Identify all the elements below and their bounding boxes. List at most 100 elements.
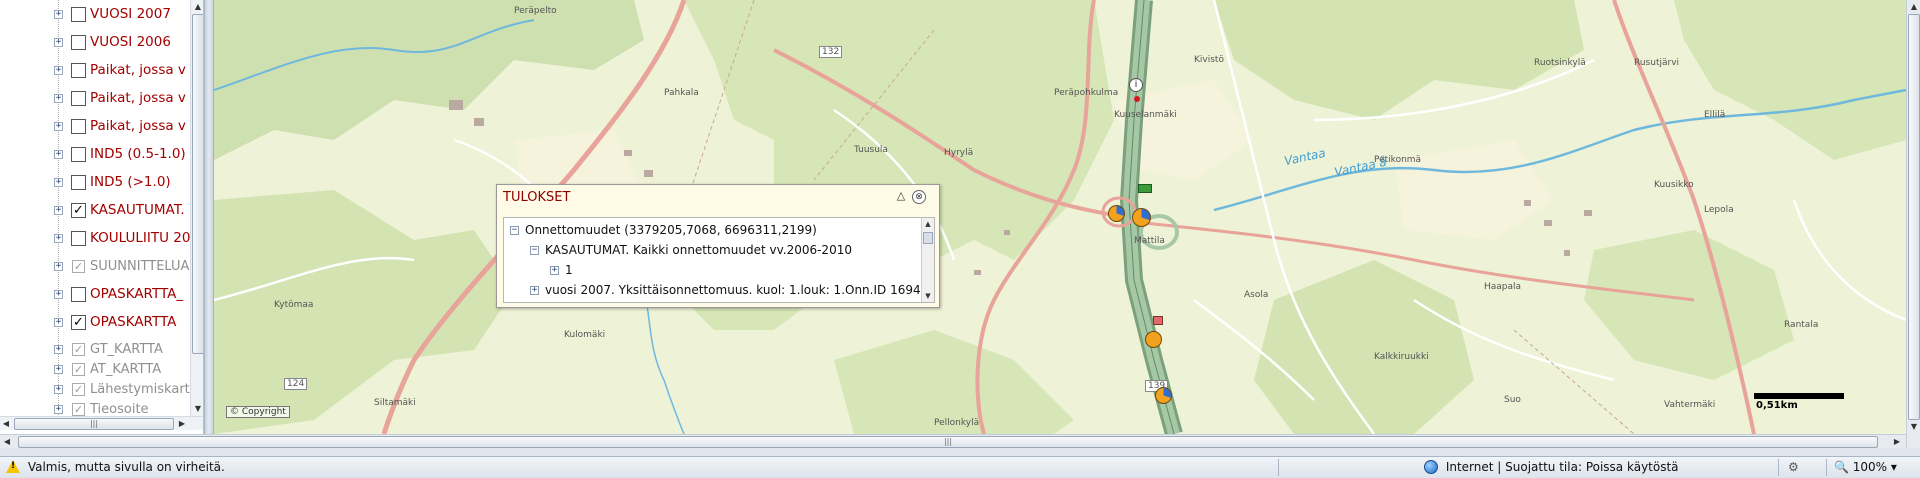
scrollbar-thumb[interactable] xyxy=(192,14,203,354)
layer-row[interactable]: + Paikat, jossa v xyxy=(0,115,190,137)
layer-row[interactable]: + ✓ SUUNNITTELUA xyxy=(0,255,190,277)
expand-icon[interactable]: + xyxy=(54,384,63,394)
layer-checkbox[interactable] xyxy=(71,90,86,106)
layer-checkbox[interactable] xyxy=(71,174,86,190)
expand-icon[interactable]: + xyxy=(54,404,63,414)
expand-icon[interactable]: + xyxy=(54,121,63,131)
info-icon[interactable]: i xyxy=(1129,78,1143,92)
scroll-up-arrow-icon[interactable]: ▲ xyxy=(922,218,934,230)
layer-label[interactable]: GT_KARTTA xyxy=(90,342,163,357)
scroll-down-arrow-icon[interactable]: ▼ xyxy=(192,402,203,415)
map-pin-icon[interactable] xyxy=(1134,96,1140,102)
collapse-expander-icon[interactable]: − xyxy=(510,225,519,235)
scroll-left-arrow-icon[interactable]: ◀ xyxy=(0,417,12,431)
layer-label[interactable]: KOULULIITU 20 xyxy=(90,230,190,246)
expand-icon[interactable]: + xyxy=(54,93,63,103)
expand-icon[interactable]: + xyxy=(54,37,63,47)
layer-label[interactable]: Lähestymiskart xyxy=(90,382,190,397)
layer-label[interactable]: OPASKARTTA_ xyxy=(90,286,183,302)
scroll-right-arrow-icon[interactable]: ▶ xyxy=(176,417,188,431)
expand-expander-icon[interactable]: + xyxy=(550,265,559,275)
layer-row[interactable]: + Paikat, jossa v xyxy=(0,87,190,109)
accident-cluster-marker[interactable] xyxy=(1155,387,1172,404)
expand-icon[interactable]: + xyxy=(54,9,63,19)
map-view[interactable]: Peräpelto Pahkala Peräpohkulma Tuusula Hyryl… xyxy=(214,0,1906,434)
zoom-dropdown-icon[interactable]: ▾ xyxy=(1891,460,1897,474)
scroll-down-arrow-icon[interactable]: ▼ xyxy=(1907,420,1920,434)
result-row[interactable]: + 1 xyxy=(550,261,573,279)
layer-label[interactable]: SUUNNITTELUA xyxy=(90,259,189,274)
sidebar-vertical-scrollbar[interactable]: ▲ ▼ xyxy=(190,0,203,416)
map-vertical-scrollbar[interactable]: ▲ ▼ xyxy=(1906,0,1920,448)
copyright-notice[interactable]: © Copyright xyxy=(226,406,290,418)
layer-checkbox[interactable] xyxy=(71,230,86,246)
expand-icon[interactable]: + xyxy=(54,205,63,215)
map-horizontal-scrollbar[interactable]: ◀ ||| ▶ xyxy=(0,434,1906,448)
results-scrollbar[interactable]: ▲ ▼ xyxy=(921,218,934,302)
accident-marker[interactable] xyxy=(1145,331,1162,348)
result-row-text[interactable]: KASAUTUMAT. Kaikki onnettomuudet vv.2006… xyxy=(545,243,852,257)
layer-row[interactable]: + ✓ KASAUTUMAT. xyxy=(0,199,190,221)
expand-expander-icon[interactable]: + xyxy=(530,285,539,295)
scrollbar-thumb[interactable] xyxy=(923,232,933,244)
scrollbar-thumb[interactable] xyxy=(1908,14,1920,420)
scrollbar-thumb[interactable]: ||| xyxy=(18,436,1878,448)
layer-row[interactable]: + Paikat, jossa v xyxy=(0,59,190,81)
panel-splitter[interactable] xyxy=(204,0,214,434)
layer-row[interactable]: + KOULULIITU 20 xyxy=(0,227,190,249)
layer-checkbox[interactable] xyxy=(71,286,86,302)
expand-icon[interactable]: + xyxy=(54,233,63,243)
expand-icon[interactable]: + xyxy=(54,344,63,354)
result-row[interactable]: − KASAUTUMAT. Kaikki onnettomuudet vv.20… xyxy=(530,241,852,259)
collapse-expander-icon[interactable]: − xyxy=(530,245,539,255)
security-zone[interactable]: Internet | Suojattu tila: Poissa käytöst… xyxy=(1424,460,1679,474)
protected-mode-icon[interactable]: ⚙ xyxy=(1788,460,1799,474)
layer-row[interactable]: + ✓ AT_KARTTA xyxy=(0,358,190,380)
layer-checkbox[interactable] xyxy=(71,6,86,22)
accident-cluster-marker[interactable] xyxy=(1132,208,1151,227)
collapse-icon[interactable]: △ xyxy=(894,190,908,204)
layer-row[interactable]: + OPASKARTTA_ xyxy=(0,283,190,305)
zoom-icon[interactable]: 🔍 xyxy=(1834,460,1849,474)
layer-label[interactable]: AT_KARTTA xyxy=(90,362,161,377)
scroll-up-arrow-icon[interactable]: ▲ xyxy=(192,0,203,13)
scroll-left-arrow-icon[interactable]: ◀ xyxy=(0,435,14,449)
layer-checkbox[interactable] xyxy=(71,146,86,162)
layer-checkbox[interactable] xyxy=(71,62,86,78)
layer-row[interactable]: + ✓ GT_KARTTA xyxy=(0,338,190,360)
layer-label[interactable]: VUOSI 2006 xyxy=(90,34,171,50)
layer-row[interactable]: + ✓ Lähestymiskart xyxy=(0,378,190,400)
layer-label[interactable]: IND5 (0.5-1.0) xyxy=(90,146,186,162)
status-warning[interactable]: Valmis, mutta sivulla on virheitä. xyxy=(6,460,225,474)
expand-icon[interactable]: + xyxy=(54,149,63,159)
layer-row[interactable]: + VUOSI 2006 xyxy=(0,31,190,53)
scroll-right-arrow-icon[interactable]: ▶ xyxy=(1890,435,1904,449)
expand-icon[interactable]: + xyxy=(54,289,63,299)
result-row[interactable]: − Onnettomuudet (3379205,7068, 6696311,2… xyxy=(510,221,817,239)
scrollbar-thumb[interactable]: ||| xyxy=(14,418,174,430)
expand-icon[interactable]: + xyxy=(54,317,63,327)
result-row[interactable]: + vuosi 2007. Yksittäisonnettomuus. kuol… xyxy=(530,281,934,299)
result-row-text[interactable]: Onnettomuudet (3379205,7068, 6696311,219… xyxy=(525,223,817,237)
layer-checkbox[interactable]: ✓ xyxy=(71,314,86,330)
layer-row[interactable]: + ✓ OPASKARTTA xyxy=(0,311,190,333)
layer-label[interactable]: Tieosoite xyxy=(90,402,149,417)
layer-label[interactable]: Paikat, jossa v xyxy=(90,118,186,134)
zoom-control[interactable]: 🔍 100% ▾ xyxy=(1834,460,1897,474)
layer-label[interactable]: VUOSI 2007 xyxy=(90,6,171,22)
scroll-down-arrow-icon[interactable]: ▼ xyxy=(922,290,934,302)
scroll-up-arrow-icon[interactable]: ▲ xyxy=(1907,0,1920,14)
layer-row[interactable]: + IND5 (>1.0) xyxy=(0,171,190,193)
layer-label[interactable]: Paikat, jossa v xyxy=(90,62,186,78)
result-row-text[interactable]: vuosi 2007. Yksittäisonnettomuus. kuol: … xyxy=(545,283,934,297)
layer-label[interactable]: Paikat, jossa v xyxy=(90,90,186,106)
expand-icon[interactable]: + xyxy=(54,65,63,75)
warning-icon[interactable] xyxy=(6,460,20,473)
close-icon[interactable]: ⊗ xyxy=(912,190,926,204)
layer-row[interactable]: + VUOSI 2007 xyxy=(0,3,190,25)
layer-checkbox[interactable]: ✓ xyxy=(71,202,86,218)
layer-checkbox[interactable] xyxy=(71,34,86,50)
expand-icon[interactable]: + xyxy=(54,261,63,271)
accident-cluster-marker[interactable] xyxy=(1108,205,1125,222)
result-row-text[interactable]: 1 xyxy=(565,263,573,277)
